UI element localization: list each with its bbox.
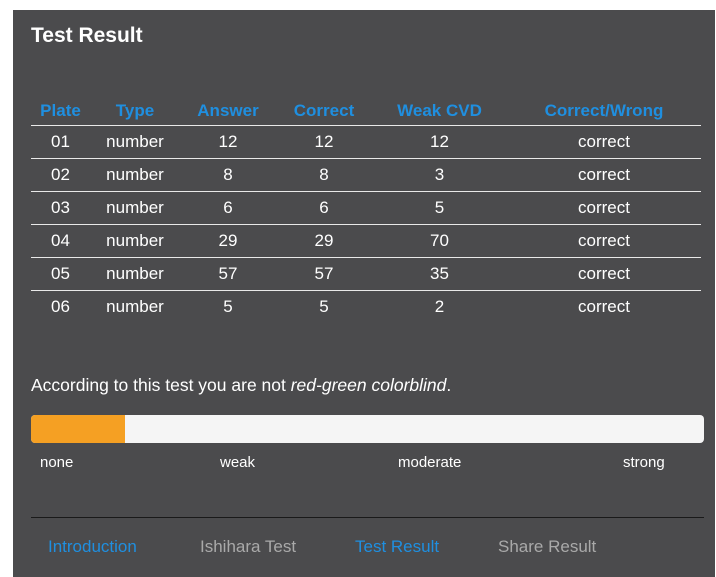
cell-plate: 06: [51, 297, 70, 316]
cell-answer: 29: [180, 224, 276, 258]
scale-label-weak: weak: [220, 454, 256, 471]
cell-answer: 8: [180, 158, 276, 192]
cell-correct: 8: [276, 158, 372, 192]
cell-weak-cvd: 70: [372, 224, 507, 258]
table-row: 06 number 5 5 2 correct: [31, 291, 701, 324]
cell-result: correct: [507, 158, 701, 192]
cell-correct: 12: [276, 125, 372, 159]
cell-type: number: [90, 224, 180, 258]
table-row: 03 number 6 6 5 correct: [31, 191, 701, 225]
table-row: 04 number 29 29 70 correct: [31, 224, 701, 258]
cell-plate: 01: [31, 125, 90, 159]
cell-type: number: [90, 257, 180, 291]
cell-answer: 6: [180, 191, 276, 225]
cell-type: number: [90, 158, 180, 192]
cell-plate: 03: [31, 191, 90, 225]
cell-result: correct: [507, 224, 701, 258]
cell-result: correct: [507, 191, 701, 225]
cell-correct: 29: [276, 224, 372, 258]
tab-share-result[interactable]: Share Result: [498, 537, 596, 557]
cell-correct: 6: [276, 191, 372, 225]
verdict-emphasis: red-green colorblind: [290, 375, 447, 395]
cell-result: correct: [578, 297, 630, 316]
cell-result: correct: [507, 257, 701, 291]
cell-type: number: [106, 297, 164, 316]
severity-bar-fill: [31, 415, 126, 443]
results-table: Plate Type Answer Correct Weak CVD Corre…: [31, 96, 701, 323]
scale-label-moderate: moderate: [398, 454, 462, 471]
severity-bar: [31, 415, 704, 443]
cell-answer: 57: [180, 257, 276, 291]
column-header-weak-cvd: Weak CVD: [372, 96, 507, 126]
table-row: 01 number 12 12 12 correct: [31, 125, 701, 159]
table-row: 02 number 8 8 3 correct: [31, 158, 701, 192]
column-header-correct: Correct: [276, 96, 372, 126]
cell-type: number: [90, 191, 180, 225]
cell-weak-cvd: 12: [372, 125, 507, 159]
table-row: 05 number 57 57 35 correct: [31, 257, 701, 291]
cell-plate: 02: [31, 158, 90, 192]
scale-label-strong: strong: [623, 454, 665, 471]
verdict-text: According to this test you are not red-g…: [31, 375, 451, 396]
cell-correct: 5: [319, 297, 329, 316]
column-header-type: Type: [90, 96, 180, 126]
column-header-plate: Plate: [31, 96, 90, 126]
tab-introduction[interactable]: Introduction: [48, 537, 137, 557]
table-header-row: Plate Type Answer Correct Weak CVD Corre…: [31, 96, 701, 126]
cell-weak-cvd: 5: [372, 191, 507, 225]
cell-result: correct: [507, 125, 701, 159]
cell-type: number: [90, 125, 180, 159]
cell-answer: 12: [180, 125, 276, 159]
page-title: Test Result: [31, 24, 143, 47]
cell-correct: 57: [276, 257, 372, 291]
cell-plate: 04: [31, 224, 90, 258]
tab-ishihara-test[interactable]: Ishihara Test: [200, 537, 296, 557]
tab-bar-divider: [31, 517, 704, 518]
cell-answer: 5: [223, 297, 233, 316]
cell-weak-cvd: 3: [372, 158, 507, 192]
cell-weak-cvd: 35: [372, 257, 507, 291]
test-result-panel: Test Result Plate Type Answer Correct We…: [13, 10, 715, 577]
column-header-answer: Answer: [180, 96, 276, 126]
tab-test-result[interactable]: Test Result: [355, 537, 439, 557]
verdict-suffix: .: [446, 375, 452, 395]
cell-weak-cvd: 2: [434, 297, 445, 316]
verdict-prefix: According to this test you are not: [31, 375, 291, 395]
column-header-correct-wrong: Correct/Wrong: [507, 96, 701, 126]
cell-plate: 05: [31, 257, 90, 291]
scale-label-none: none: [40, 454, 74, 471]
